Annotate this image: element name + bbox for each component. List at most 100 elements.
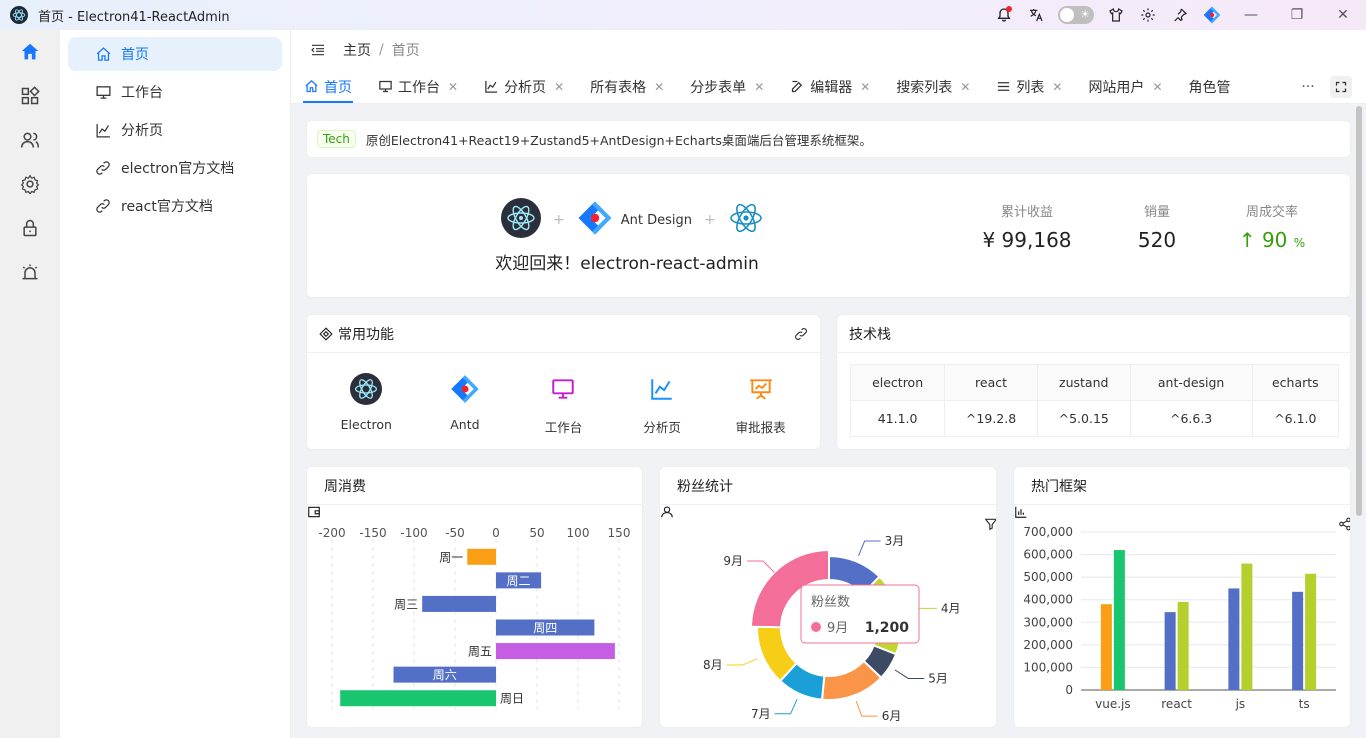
slice-label: 7月 [751,707,771,721]
func-antd[interactable]: Antd [420,373,510,436]
stat-label: 累计收益 [1000,205,1053,220]
tab-close-icon[interactable]: ✕ [1152,80,1162,94]
x-tick-label: ts [1299,697,1310,711]
close-button[interactable]: ✕ [1320,0,1366,30]
stat-number: 90 [1261,228,1288,252]
weekly-spend-card: 周消费 -200 -150 -100 -50 0 50 100 150 周一 周二 周三 周四 周五 周六… [306,466,643,728]
rail-alarm-icon[interactable] [0,250,60,294]
stat-value: ¥ 99,168 [982,228,1072,252]
func-label: 工作台 [544,420,583,435]
rail-home-icon[interactable] [0,30,60,74]
bar [1113,550,1125,690]
menu-fold-icon[interactable] [309,41,327,59]
menu-item-home[interactable]: 首页 [68,37,282,71]
x-tick-label: 0 [492,526,500,540]
func-workbench[interactable]: 工作台 [518,373,608,436]
functions-card: 常用功能 Electron Antd 工作台 分析页 审批报表 [306,314,821,450]
label-line [858,540,881,557]
tab-close-icon[interactable]: ✕ [754,80,764,94]
content-scrollbar[interactable] [1356,106,1362,516]
translate-icon[interactable] [1020,0,1052,30]
tshirt-icon[interactable] [1100,0,1132,30]
home-icon [94,45,112,63]
menu-item-workbench[interactable]: 工作台 [68,75,282,109]
electron-logo-icon [501,198,541,242]
card-title: 技术栈 [849,326,891,343]
more-icon[interactable]: ··· [1294,79,1322,95]
link-icon[interactable] [794,327,808,341]
tab-close-icon[interactable]: ✕ [448,80,458,94]
rail-users-icon[interactable] [0,118,60,162]
fullscreen-icon[interactable] [1330,76,1352,98]
settings-icon[interactable] [1132,0,1164,30]
tab-close-icon[interactable]: ✕ [554,80,564,94]
monitor-icon [547,373,579,405]
weekly-spend-chart: -200 -150 -100 -50 0 50 100 150 周一周二周三周四周五周六周日 [318,526,630,710]
tooltip-marker [811,622,821,632]
table-header-cell: electron [849,364,946,401]
tab-close-icon[interactable]: ✕ [654,80,664,94]
tab-label: 网站用户 [1088,79,1145,96]
minimize-button[interactable]: — [1228,0,1274,30]
tab-close-icon[interactable]: ✕ [860,80,870,94]
bar [340,690,496,707]
bell-icon[interactable] [988,0,1020,30]
tab-site-users[interactable]: 网站用户 ✕ [1075,70,1175,103]
bar [1305,573,1317,690]
card-header: 周消费 [307,467,642,518]
tab-close-icon[interactable]: ✕ [960,80,970,94]
tab-analysis[interactable]: 分析页 ✕ [471,70,577,103]
label-line [855,700,878,717]
notice-bar: Tech 原创Electron41+React19+Zustand5+AntDe… [306,120,1351,158]
func-label: Antd [450,417,480,432]
table-cell: ^6.1.0 [1251,400,1340,437]
rail-lock-icon[interactable] [0,206,60,250]
tab-label: 首页 [324,79,352,96]
label-line [774,698,798,715]
antd-logo-icon[interactable] [1196,0,1228,30]
tab-home[interactable]: 首页 [291,70,365,103]
pin-icon[interactable] [1164,0,1196,30]
tab-all-tables[interactable]: 所有表格 ✕ [577,70,677,103]
func-approval-report[interactable]: 审批报表 [716,373,806,436]
tab-label: 角色管 [1188,79,1231,96]
tab-actions: ··· [1286,70,1366,103]
tab-search-list[interactable]: 搜索列表 ✕ [883,70,983,103]
menu-item-label: 首页 [121,47,149,63]
maximize-button[interactable]: ❐ [1274,0,1320,30]
tab-editor[interactable]: 编辑器 ✕ [777,70,883,103]
tab-step-form[interactable]: 分步表单 ✕ [677,70,777,103]
card-header: 粉丝统计 [660,467,996,531]
menu-item-label: electron官方文档 [121,161,235,177]
theme-toggle[interactable]: ☀ [1058,6,1094,24]
tab-close-icon[interactable]: ✕ [1052,80,1062,94]
menu-item-label: 工作台 [121,85,163,101]
x-tick-label: -200 [318,526,345,540]
x-tick-label: js [1235,697,1246,711]
func-analysis[interactable]: 分析页 [617,373,707,436]
tab-workbench[interactable]: 工作台 ✕ [365,70,471,103]
x-tick-label: vue.js [1095,697,1131,711]
monitor-icon [378,79,393,94]
menu-item-analysis[interactable]: 分析页 [68,113,282,147]
toggle-knob [1060,8,1074,22]
tab-label: 分步表单 [690,79,747,96]
label-line [747,560,775,573]
card-header: 热门框架 [1014,467,1350,531]
bar [496,643,615,660]
tab-list[interactable]: 列表 ✕ [983,70,1075,103]
rail-apps-icon[interactable] [0,74,60,118]
notification-dot [1006,6,1012,12]
func-electron[interactable]: Electron [321,373,411,436]
menu-item-electron-docs[interactable]: electron官方文档 [68,151,282,185]
breadcrumb-root[interactable]: 主页 [343,40,371,60]
bar-label: 周四 [533,621,557,635]
tab-label: 编辑器 [810,79,853,96]
card-title: 粉丝统计 [677,478,733,495]
rail-gear-icon[interactable] [0,162,60,206]
window-title: 首页 - Electron41-ReactAdmin [38,9,230,25]
bar [1228,588,1240,690]
tooltip-value: 1,200 [865,620,910,636]
menu-item-react-docs[interactable]: react官方文档 [68,189,282,223]
tab-roles[interactable]: 角色管 [1176,70,1244,103]
